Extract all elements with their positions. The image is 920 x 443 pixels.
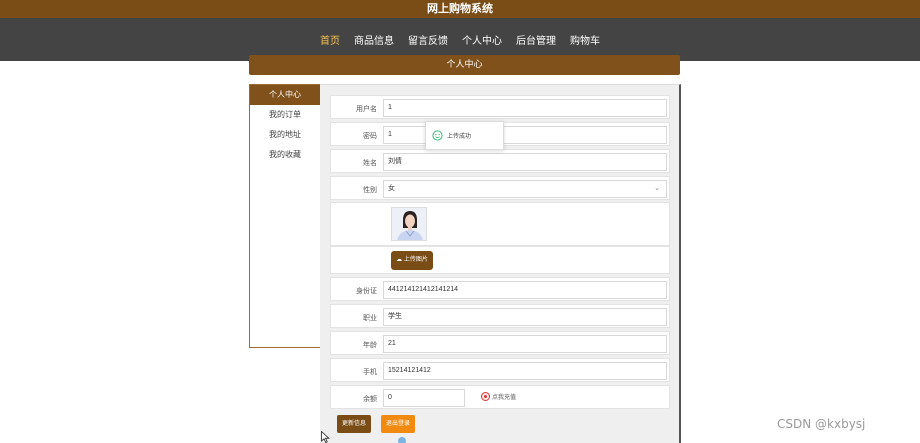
username-row: 用户名 1 <box>330 95 670 119</box>
sidebar-item-address[interactable]: 我的地址 <box>250 125 320 145</box>
nav-item-admin[interactable]: 后台管理 <box>516 32 556 47</box>
mouse-cursor-icon <box>321 431 330 443</box>
nav-item-home[interactable]: 首页 <box>320 32 340 47</box>
gender-label: 性别 <box>363 187 377 194</box>
sidebar-item-orders[interactable]: 我的订单 <box>250 105 320 125</box>
logout-button[interactable]: 退出登录 <box>381 415 415 433</box>
nav-item-feedback[interactable]: 留言反馈 <box>408 32 448 47</box>
phone-row: 手机 15214121412 <box>330 358 670 382</box>
password-label: 密码 <box>363 133 377 140</box>
sidebar-item-favorites[interactable]: 我的收藏 <box>250 145 320 165</box>
sidebar-item-personal-center[interactable]: 个人中心 <box>250 85 320 105</box>
loading-indicator <box>398 437 406 443</box>
id-card-input[interactable]: 441214121412141214 <box>383 281 667 299</box>
section-title: 个人中心 <box>249 55 680 75</box>
watermark: CSDN @kxbysj <box>777 417 866 431</box>
gender-value: 女 <box>388 185 395 192</box>
avatar <box>391 207 427 241</box>
name-label: 姓名 <box>363 160 377 167</box>
phone-label: 手机 <box>363 369 377 376</box>
upload-success-toast: 上传成功 <box>425 121 504 150</box>
name-input[interactable]: 刘倩 <box>383 153 667 171</box>
avatar-row <box>330 202 670 246</box>
id-card-row: 身份证 441214121412141214 <box>330 277 670 301</box>
cloud-upload-icon: ☁ <box>396 257 403 263</box>
id-card-label: 身份证 <box>356 288 377 295</box>
balance-row: 余额 0 点我充值 <box>330 385 670 409</box>
name-row: 姓名 刘倩 <box>330 149 670 173</box>
phone-input[interactable]: 15214121412 <box>383 362 667 380</box>
age-label: 年龄 <box>363 342 377 349</box>
chevron-down-icon: ⌄ <box>654 185 660 192</box>
nav-item-cart[interactable]: 购物车 <box>570 32 600 47</box>
job-row: 职业 学生 <box>330 304 670 328</box>
recharge-link[interactable]: 点我充值 <box>481 392 516 401</box>
age-input[interactable]: 21 <box>383 335 667 353</box>
job-input[interactable]: 学生 <box>383 308 667 326</box>
recharge-label: 点我充值 <box>492 395 517 401</box>
age-row: 年龄 21 <box>330 331 670 355</box>
username-label: 用户名 <box>356 106 377 113</box>
toast-message: 上传成功 <box>447 134 472 140</box>
balance-input[interactable]: 0 <box>383 389 465 407</box>
update-info-button[interactable]: 更新信息 <box>337 415 371 433</box>
gender-row: 性别 女 ⌄ <box>330 176 670 200</box>
nav-item-products[interactable]: 商品信息 <box>354 32 394 47</box>
balance-label: 余额 <box>363 396 377 403</box>
nav-item-personal-center[interactable]: 个人中心 <box>462 32 502 47</box>
upload-row: ☁ 上传图片 <box>330 246 670 274</box>
job-label: 职业 <box>363 315 377 322</box>
username-input[interactable]: 1 <box>383 99 667 117</box>
gender-select[interactable]: 女 ⌄ <box>383 180 667 198</box>
recharge-icon <box>481 392 490 401</box>
app-title: 网上购物系统 <box>0 0 920 18</box>
sidebar: 个人中心 我的订单 我的地址 我的收藏 <box>249 84 321 348</box>
smile-icon <box>432 130 443 141</box>
upload-image-button[interactable]: ☁ 上传图片 <box>391 251 433 270</box>
upload-button-label: 上传图片 <box>403 257 428 263</box>
